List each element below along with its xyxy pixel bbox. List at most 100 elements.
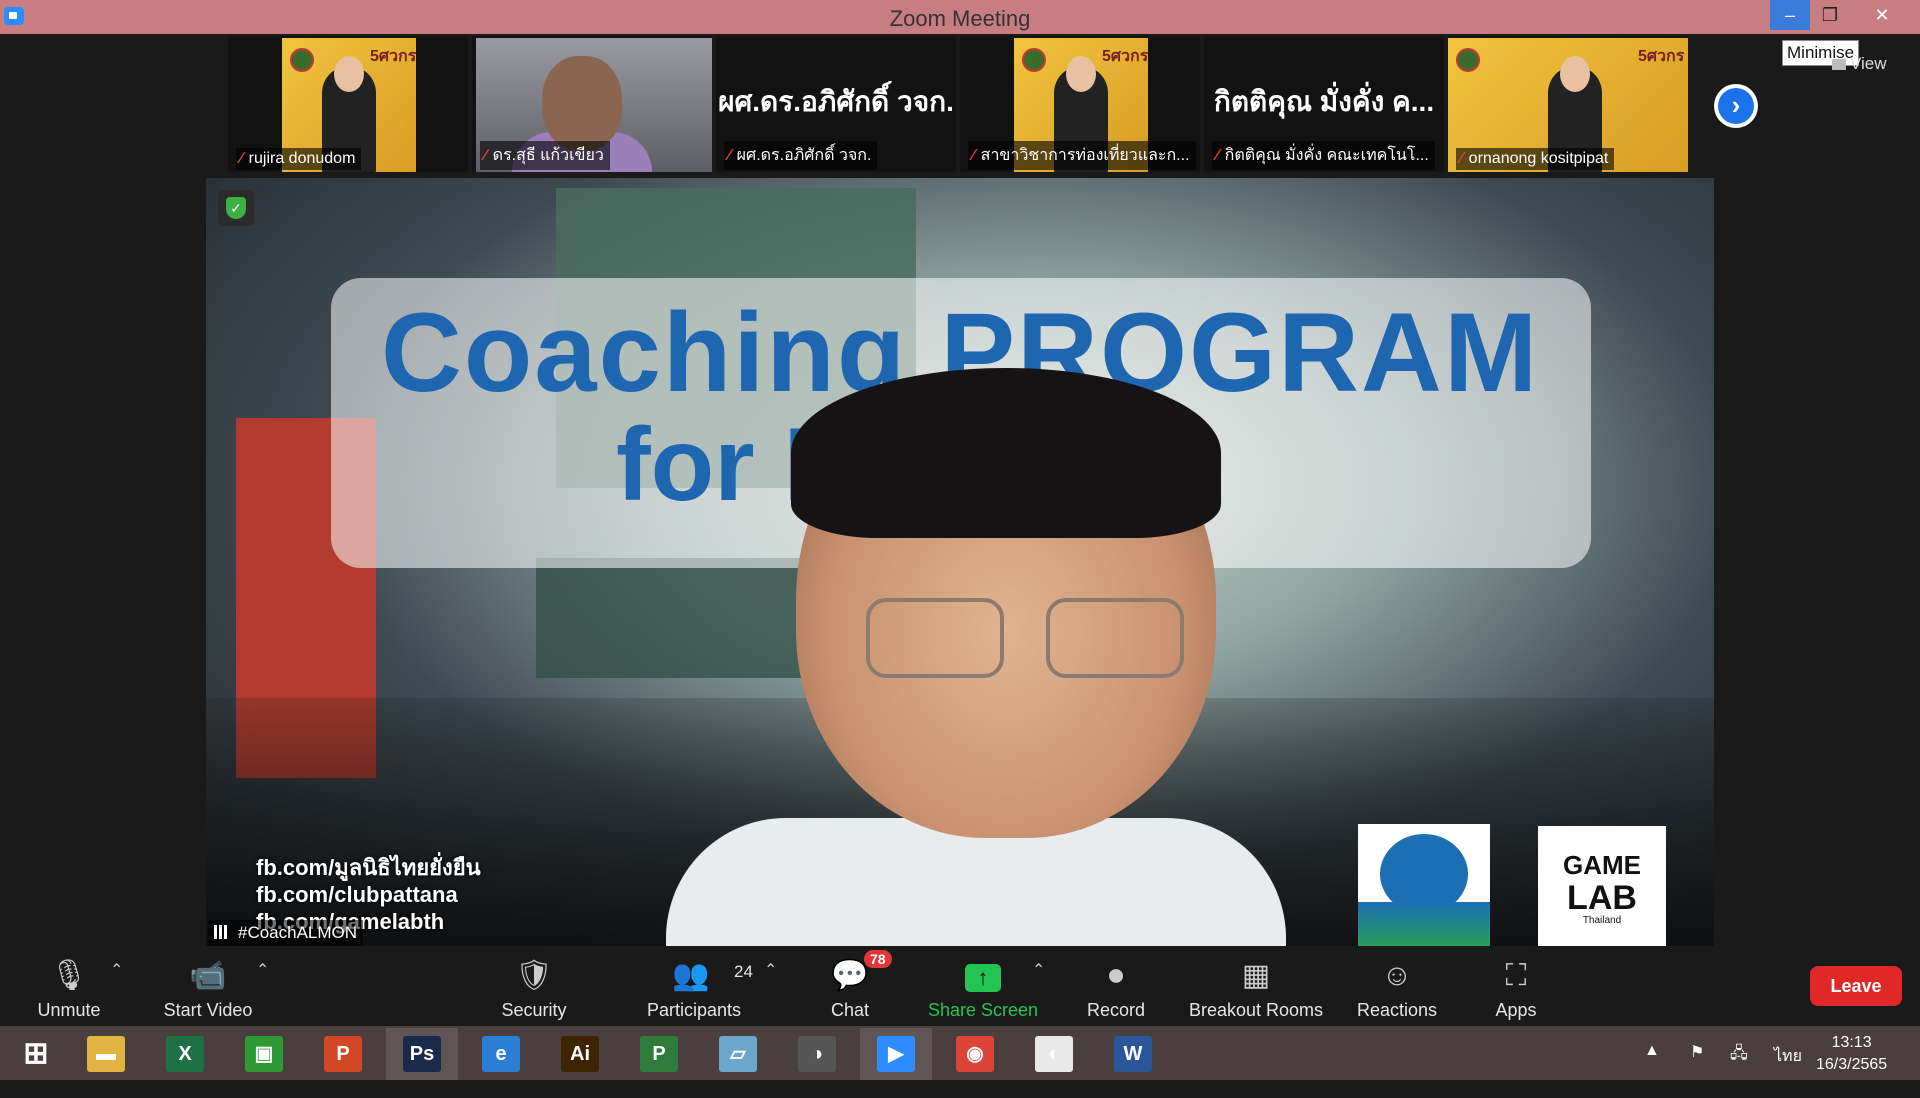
- chat-unread-badge: 78: [864, 950, 892, 968]
- restore-button[interactable]: ❐: [1810, 0, 1850, 30]
- link-line: fb.com/มูลนิธิไทยยั่งยืน: [256, 855, 481, 880]
- person-face: [1560, 56, 1590, 92]
- paint-icon: ◐: [1035, 1036, 1073, 1072]
- chrome-icon: ◉: [956, 1036, 994, 1072]
- view-label: View: [1850, 54, 1887, 73]
- clock-time: 13:13: [1831, 1034, 1872, 1051]
- reactions-button[interactable]: ☺ Reactions: [1352, 948, 1442, 1026]
- participant-big-name: ผศ.ดร.อภิศักดิ์ วจก.: [718, 86, 954, 117]
- photoshop-icon: Ps: [403, 1036, 441, 1072]
- input-language-indicator[interactable]: ไทย: [1774, 1044, 1802, 1098]
- breakout-rooms-label: Breakout Rooms: [1188, 1000, 1324, 1020]
- share-screen-label: Share Screen: [927, 1000, 1039, 1020]
- participant-tile[interactable]: ผศ.ดร.อภิศักดิ์ วจก. ⁄ ผศ.ดร.อภิศักดิ์ วจ…: [716, 36, 956, 172]
- shield-icon: 🛡: [514, 959, 554, 992]
- record-button[interactable]: ⏺ Record: [1076, 948, 1156, 1026]
- audio-options-caret-icon[interactable]: ⌃: [110, 960, 123, 980]
- store-icon: ▣: [245, 1036, 283, 1072]
- project-icon: P: [640, 1036, 678, 1072]
- taskbar-app-button[interactable]: ▶: [860, 1028, 932, 1080]
- security-button[interactable]: 🛡 Security: [494, 948, 574, 1026]
- participant-head: [542, 56, 622, 151]
- participant-name: สาขาวิชาการท่องเที่ยวและก...: [980, 147, 1190, 164]
- muted-mic-icon: 🎙: [49, 959, 89, 992]
- reactions-icon: ☺: [1381, 959, 1413, 992]
- taskbar-app-button[interactable]: ▱: [702, 1028, 774, 1080]
- person-face: [1066, 56, 1096, 92]
- network-icon[interactable]: 🖧: [1730, 1042, 1748, 1096]
- participant-tile[interactable]: ⁄ ดร.สุธี แก้วเขียว: [472, 36, 712, 172]
- share-screen-icon: ↑: [924, 956, 1042, 996]
- photoscape-icon: ◑: [798, 1036, 836, 1072]
- unmute-button[interactable]: 🎙 Unmute: [28, 948, 110, 1026]
- participant-name-label: ⁄ ornanong kositpipat: [1456, 148, 1615, 170]
- leave-button[interactable]: Leave: [1810, 966, 1902, 1006]
- taskbar-app-button[interactable]: Ai: [544, 1028, 616, 1080]
- taskbar-app-button[interactable]: ◉: [939, 1028, 1011, 1080]
- start-video-label: Start Video: [163, 1000, 253, 1020]
- chat-button[interactable]: 💬 78 Chat: [810, 948, 892, 1026]
- participant-tile[interactable]: 5ศวกร ⁄ สาขาวิชาการท่องเที่ยวและก...: [960, 36, 1200, 172]
- share-screen-button[interactable]: ↑ Share Screen: [924, 948, 1042, 1026]
- encryption-shield-icon[interactable]: ✓: [218, 190, 254, 226]
- taskbar-app-button[interactable]: W: [1097, 1028, 1169, 1080]
- clock-date: 16/3/2565: [1816, 1056, 1888, 1073]
- gamelab-logo-line3: Thailand: [1582, 915, 1622, 926]
- participant-tile[interactable]: 5ศวกร ⁄ rujira donudom: [228, 36, 468, 172]
- start-video-button[interactable]: 📹 Start Video: [156, 948, 260, 1026]
- taskbar-app-button[interactable]: ▣: [228, 1028, 300, 1080]
- view-icon: [1832, 59, 1846, 70]
- taskbar-app-button[interactable]: e: [465, 1028, 537, 1080]
- share-options-caret-icon[interactable]: ⌃: [1032, 960, 1045, 980]
- minimize-button[interactable]: –: [1770, 0, 1810, 30]
- participant-tile[interactable]: 5ศวกร ⁄ ornanong kositpipat: [1448, 36, 1688, 172]
- participant-name: rujira donudom: [248, 150, 356, 167]
- start-button[interactable]: ⊞: [0, 1028, 72, 1080]
- speaker-hair: [791, 368, 1221, 538]
- zoom-icon: ▶: [877, 1036, 915, 1072]
- taskbar-app-button[interactable]: P: [307, 1028, 379, 1080]
- taskbar-app-button[interactable]: X: [149, 1028, 221, 1080]
- apps-button[interactable]: ⛶ Apps: [1476, 948, 1556, 1026]
- internet-explorer-icon: e: [482, 1036, 520, 1072]
- foundation-logo: [1358, 824, 1490, 946]
- breakout-rooms-button[interactable]: ▦ Breakout Rooms: [1186, 948, 1326, 1026]
- action-center-flag-icon[interactable]: ⚑: [1690, 1042, 1704, 1096]
- participants-options-caret-icon[interactable]: ⌃: [764, 960, 777, 980]
- next-page-button[interactable]: ›: [1714, 84, 1758, 128]
- taskbar-app-button[interactable]: Ps: [386, 1028, 458, 1080]
- show-hidden-icons-icon[interactable]: ▲: [1644, 1042, 1660, 1096]
- taskbar-app-button[interactable]: ▬: [70, 1028, 142, 1080]
- active-speaker-video[interactable]: Coaching PROGRAM for L er ✓ fb.com/มูลนิ…: [206, 178, 1714, 946]
- taskbar-app-button[interactable]: ◐: [1018, 1028, 1090, 1080]
- muted-mic-icon: ⁄: [484, 147, 487, 164]
- participants-count: 24: [734, 962, 753, 981]
- participants-icon: 👥: [672, 959, 710, 992]
- video-off-icon: 📹: [189, 959, 227, 992]
- reactions-label: Reactions: [1356, 1000, 1438, 1020]
- participant-tile[interactable]: กิตติคุณ มั่งคั่ง ค... ⁄ กิตติคุณ มั่งคั่…: [1204, 36, 1444, 172]
- chevron-right-icon: ›: [1718, 88, 1754, 124]
- muted-mic-icon: ⁄: [728, 147, 731, 164]
- window-title: Zoom Meeting: [889, 6, 1031, 31]
- word-icon: W: [1114, 1036, 1152, 1072]
- system-clock[interactable]: 13:13 16/3/2565: [1816, 1032, 1887, 1076]
- view-button[interactable]: View: [1832, 54, 1887, 74]
- muted-mic-icon: ⁄: [1216, 147, 1219, 164]
- title-bar: Zoom Meeting – ❐ ✕: [0, 0, 1920, 34]
- apps-label: Apps: [1495, 1000, 1537, 1020]
- participants-button[interactable]: 👥 24 Participants: [644, 948, 753, 1026]
- person-face: [334, 56, 364, 92]
- muted-mic-icon: ⁄: [1460, 150, 1463, 167]
- close-button[interactable]: ✕: [1862, 0, 1902, 30]
- checkmark-icon: ✓: [226, 197, 246, 219]
- participants-label: Participants: [646, 1000, 742, 1020]
- notepad-icon: ▱: [719, 1036, 757, 1072]
- taskbar-app-button[interactable]: P: [623, 1028, 695, 1080]
- taskbar-app-button[interactable]: ◑: [781, 1028, 853, 1080]
- poster-badge: 5ศวกร: [370, 48, 417, 65]
- video-options-caret-icon[interactable]: ⌃: [256, 960, 269, 980]
- security-label: Security: [501, 1000, 567, 1020]
- participant-name-label: ⁄ กิตติคุณ มั่งคั่ง คณะเทคโนโ...: [1212, 141, 1435, 170]
- university-seal-icon: [290, 48, 314, 72]
